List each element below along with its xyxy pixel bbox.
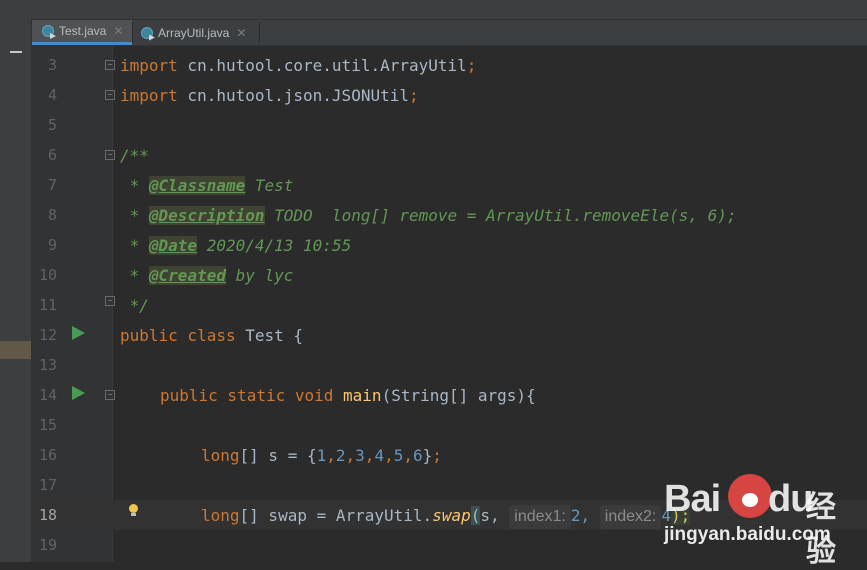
- code-line-12[interactable]: public class Test {: [120, 321, 303, 351]
- lightbulb-icon[interactable]: [129, 504, 138, 516]
- parameter-hint: index2:: [599, 505, 662, 529]
- watermark-logo-text: Bai: [664, 478, 721, 520]
- line-number: 19: [38, 536, 57, 554]
- line-number: 3: [47, 56, 57, 74]
- fold-icon[interactable]: [105, 90, 115, 100]
- code-line-14[interactable]: public static void main(String[] args){: [160, 381, 536, 411]
- line-number: 7: [47, 176, 57, 194]
- line-number: 5: [47, 116, 57, 134]
- watermark-url: jingyan.baidu.com: [664, 524, 831, 545]
- line-number: 13: [38, 356, 57, 374]
- tab-label: Test.java: [59, 24, 107, 38]
- tab-label: ArrayUtil.java: [158, 25, 230, 40]
- line-number: 8: [47, 206, 57, 224]
- code-line-3[interactable]: import cn.hutool.core.util.ArrayUtil;: [120, 51, 476, 81]
- editor-tab-bar: Test.java ✕ ArrayUtil.java ✕: [32, 20, 867, 46]
- java-class-icon: [141, 26, 153, 39]
- line-number: 9: [47, 236, 57, 254]
- parameter-hint: index1:: [509, 505, 571, 529]
- tab-test-java[interactable]: Test.java ✕: [32, 20, 132, 45]
- line-number: 10: [38, 266, 57, 284]
- fold-icon[interactable]: [105, 296, 115, 306]
- code-line-4[interactable]: import cn.hutool.json.JSONUtil;: [120, 81, 419, 111]
- code-line-10[interactable]: * @Created by lyc: [120, 261, 293, 291]
- line-number: 16: [38, 446, 57, 464]
- line-number: 11: [38, 296, 57, 314]
- line-number-current: 18: [38, 506, 57, 524]
- fold-icon[interactable]: [105, 150, 115, 160]
- run-main-icon[interactable]: [72, 386, 85, 400]
- run-class-icon[interactable]: [72, 326, 85, 340]
- code-line-7[interactable]: * @Classname Test: [120, 171, 293, 201]
- left-tool-strip: [0, 19, 32, 562]
- line-number: 14: [38, 386, 57, 404]
- paw-icon: [728, 474, 772, 518]
- fold-icon[interactable]: [105, 60, 115, 70]
- tab-arrayutil-java[interactable]: ArrayUtil.java ✕: [133, 20, 267, 45]
- line-number: 17: [38, 476, 57, 494]
- code-line-11[interactable]: */: [120, 291, 149, 321]
- fold-icon[interactable]: [105, 390, 115, 400]
- collapse-icon[interactable]: [10, 51, 22, 53]
- close-icon[interactable]: ✕: [236, 26, 246, 40]
- code-line-9[interactable]: * @Date 2020/4/13 10:55: [120, 231, 351, 261]
- line-number: 6: [47, 146, 57, 164]
- code-line-6[interactable]: /**: [120, 141, 149, 171]
- java-class-icon: [42, 25, 54, 37]
- line-number: 15: [38, 416, 57, 434]
- top-strip: [0, 0, 867, 20]
- code-line-18[interactable]: long[] swap = ArrayUtil.swap(s, index1: 2…: [201, 501, 691, 531]
- close-icon[interactable]: ✕: [113, 24, 123, 38]
- baidu-jingyan-watermark: Bai du 经验 jingyan.baidu.com: [664, 474, 864, 569]
- code-line-16[interactable]: long[] s = {1,2,3,4,5,6};: [201, 441, 442, 471]
- line-number: 12: [38, 326, 57, 344]
- line-number: 4: [47, 86, 57, 104]
- tab-divider: [259, 22, 260, 43]
- gutter-marker: [0, 341, 31, 359]
- code-line-8[interactable]: * @Description TODO long[] remove = Arra…: [120, 201, 737, 231]
